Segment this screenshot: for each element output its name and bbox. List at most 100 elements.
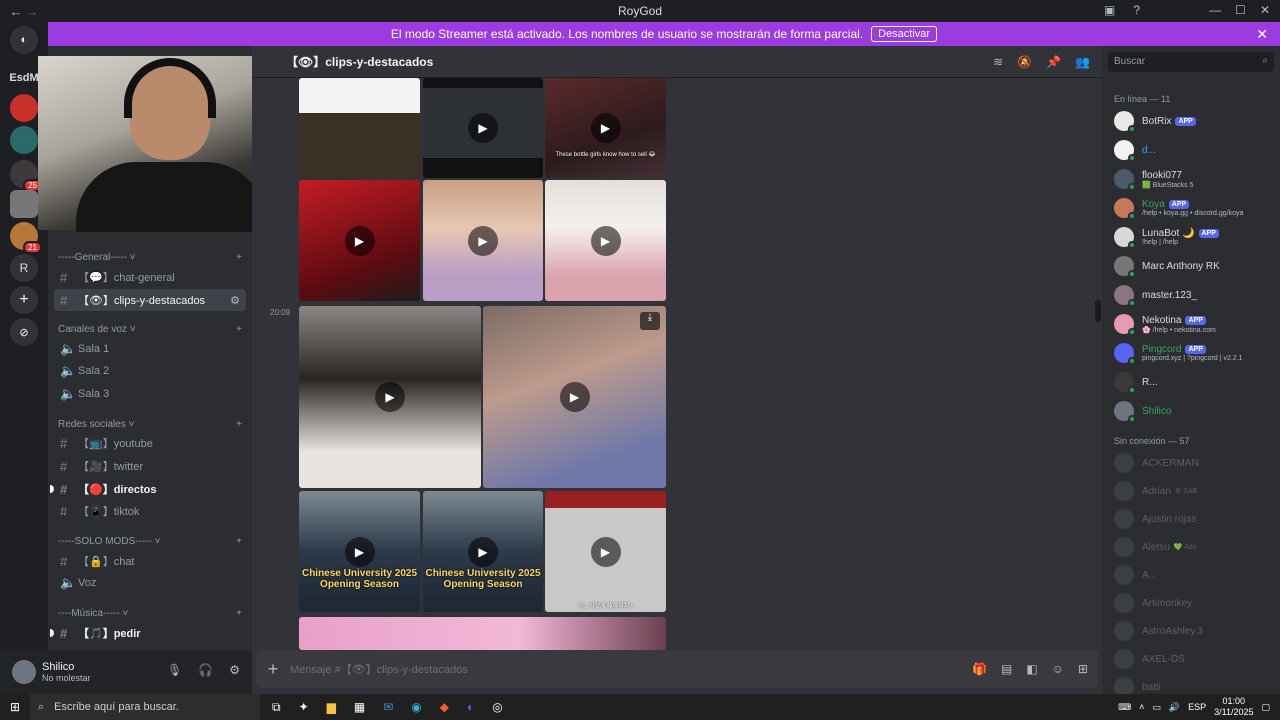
- add-attachment-icon[interactable]: +: [256, 659, 290, 680]
- voice-channel-sala-2[interactable]: 🔈 Sala 2: [54, 360, 246, 382]
- gif-icon[interactable]: ▤: [1001, 662, 1012, 676]
- member-row[interactable]: Adrian ⚙ SAB: [1114, 478, 1278, 504]
- channel-directos[interactable]: # 【🔴】directos: [50, 478, 246, 500]
- task-view-icon[interactable]: ⧉: [272, 700, 281, 715]
- microphone-icon[interactable]: 🎙: [167, 663, 182, 677]
- help-icon[interactable]: ?: [1133, 3, 1140, 17]
- add-channel-icon[interactable]: +: [236, 536, 242, 547]
- video-attachment[interactable]: ▶ Chinese University 2025 Opening Season: [423, 491, 543, 612]
- member-row[interactable]: batti: [1114, 674, 1278, 694]
- network-icon[interactable]: ▭: [1152, 702, 1161, 713]
- maximize-button[interactable]: ☐: [1235, 3, 1246, 17]
- inbox-icon[interactable]: ▣: [1104, 3, 1115, 17]
- gift-icon[interactable]: 🎁: [972, 662, 987, 676]
- copilot-icon[interactable]: ✦: [299, 700, 309, 715]
- category-voice[interactable]: Canales de voz ˅ +: [58, 324, 242, 335]
- mute-icon[interactable]: 🔕: [1017, 55, 1032, 69]
- video-attachment[interactable]: ▶: [545, 180, 666, 301]
- language-indicator[interactable]: ESP: [1188, 702, 1206, 712]
- category-redes-sociales[interactable]: Redes sociales ˅ +: [58, 419, 242, 430]
- server-esdm[interactable]: EsdM: [9, 64, 39, 92]
- windows-start-icon[interactable]: ⊞: [0, 700, 30, 714]
- image-attachment[interactable]: [299, 617, 666, 650]
- video-attachment[interactable]: ▶: [423, 180, 543, 301]
- chevron-up-icon[interactable]: ˄: [1139, 702, 1144, 712]
- channel-tiktok[interactable]: # 【📱】tiktok: [54, 500, 246, 522]
- obs-icon[interactable]: ◎: [492, 700, 502, 715]
- play-icon[interactable]: ▶: [344, 225, 375, 256]
- disable-streamer-button[interactable]: Desactivar: [871, 26, 938, 42]
- gear-icon[interactable]: ⚙: [229, 663, 240, 677]
- member-row[interactable]: master.123_: [1114, 282, 1278, 308]
- volume-icon[interactable]: 🔊: [1169, 702, 1180, 713]
- emoji-icon[interactable]: ☺: [1052, 662, 1064, 676]
- member-row[interactable]: Koya APP/help • koya.gg • discord.gg/koya: [1114, 195, 1278, 221]
- server-icon[interactable]: 21: [10, 222, 42, 254]
- play-icon[interactable]: ▶: [590, 113, 621, 143]
- image-attachment[interactable]: [299, 78, 420, 178]
- category-solo-mods[interactable]: -----SOLO MODS----- ˅ +: [58, 536, 242, 547]
- pin-icon[interactable]: 📌: [1046, 55, 1061, 69]
- channel-twitter[interactable]: # 【🎥】twitter: [54, 455, 246, 477]
- play-icon[interactable]: ▶: [468, 113, 498, 143]
- voice-channel-sala-1[interactable]: 🔈 Sala 1: [54, 338, 246, 360]
- mail-icon[interactable]: ✉: [383, 700, 393, 715]
- sticker-icon[interactable]: ◧: [1026, 662, 1037, 676]
- member-row[interactable]: Aletsu 💚 Ado: [1114, 534, 1278, 560]
- channel-chat[interactable]: # 【🔒】chat: [54, 550, 246, 572]
- category-musica[interactable]: ----Música----- ˅ +: [58, 608, 242, 619]
- play-icon[interactable]: ▶: [468, 536, 498, 567]
- headphones-icon[interactable]: 🎧: [198, 663, 213, 677]
- message-input[interactable]: Mensaje #【👁】clips-y-destacados: [290, 661, 468, 677]
- voice-channel-sala-3[interactable]: 🔈 Sala 3: [54, 383, 246, 405]
- add-server-icon[interactable]: +: [10, 286, 38, 314]
- play-icon[interactable]: ▶: [590, 536, 621, 567]
- member-row[interactable]: Marc Anthony RK: [1114, 253, 1278, 279]
- members-icon[interactable]: 👥: [1075, 55, 1090, 69]
- explore-icon[interactable]: ⊘: [10, 318, 38, 346]
- apps-icon[interactable]: ⊞: [1078, 662, 1088, 676]
- video-attachment[interactable]: ▶ Chinese University 2025 Opening Season: [299, 491, 420, 612]
- add-channel-icon[interactable]: +: [236, 324, 242, 335]
- video-attachment[interactable]: ▶: [423, 78, 543, 178]
- server-icon[interactable]: 25: [10, 160, 42, 192]
- member-row[interactable]: LunaBot 🌙 APP !help | /help: [1114, 224, 1278, 250]
- member-row[interactable]: BotRix APP: [1114, 108, 1278, 134]
- brave-icon[interactable]: ◆: [440, 700, 449, 715]
- video-attachment[interactable]: ▶: [299, 180, 420, 301]
- server-r[interactable]: R: [10, 254, 38, 282]
- download-icon[interactable]: ⤓: [640, 312, 660, 330]
- video-attachment[interactable]: ▶ ⤓: [483, 306, 666, 488]
- channel-settings-icon[interactable]: ⚙: [230, 294, 240, 307]
- server-icon[interactable]: [10, 94, 38, 122]
- server-icon[interactable]: [10, 126, 38, 154]
- member-row[interactable]: Ajustin rojas: [1114, 506, 1278, 532]
- play-icon[interactable]: ▶: [590, 225, 621, 256]
- video-attachment[interactable]: ▶: [299, 306, 481, 488]
- store-icon[interactable]: ▦: [354, 700, 365, 715]
- channel-clips-y-destacados[interactable]: # 【👁】clips-y-destacados ⚙: [54, 289, 246, 311]
- clock[interactable]: 01:00 3/11/2025: [1214, 696, 1253, 718]
- discord-icon[interactable]: ◐: [467, 700, 474, 715]
- voice-channel-voz[interactable]: 🔈 Voz: [54, 572, 246, 594]
- member-row[interactable]: AstroAshley.3: [1114, 618, 1278, 644]
- channel-chat-general[interactable]: # 【💬】chat-general: [54, 266, 246, 288]
- member-row[interactable]: Artimonkey: [1114, 590, 1278, 616]
- discord-home-icon[interactable]: ◐: [10, 26, 38, 54]
- member-row[interactable]: A...: [1114, 562, 1278, 588]
- video-attachment[interactable]: ▶ These bottle girls know how to sell 😂: [545, 78, 666, 178]
- file-explorer-icon[interactable]: ▆: [327, 700, 336, 715]
- notifications-icon[interactable]: ▢: [1261, 702, 1270, 713]
- member-row[interactable]: ACKERMAN: [1114, 450, 1278, 476]
- avatar[interactable]: [12, 660, 36, 684]
- member-row[interactable]: Pingcord APP pingcord.xyz | ?pingcord | v2…: [1114, 340, 1278, 366]
- play-icon[interactable]: ▶: [344, 536, 375, 567]
- close-window-button[interactable]: ✕: [1260, 3, 1270, 17]
- video-attachment[interactable]: ▶ 어...어떻게 해야되지?: [545, 491, 666, 612]
- member-row[interactable]: Shilico: [1114, 398, 1278, 424]
- close-icon[interactable]: ✕: [1256, 26, 1268, 43]
- member-row[interactable]: d...: [1114, 137, 1278, 163]
- minimize-button[interactable]: —: [1209, 3, 1221, 17]
- chat-scrollbar[interactable]: [1095, 300, 1101, 322]
- touch-keyboard-icon[interactable]: ⌨: [1118, 702, 1131, 713]
